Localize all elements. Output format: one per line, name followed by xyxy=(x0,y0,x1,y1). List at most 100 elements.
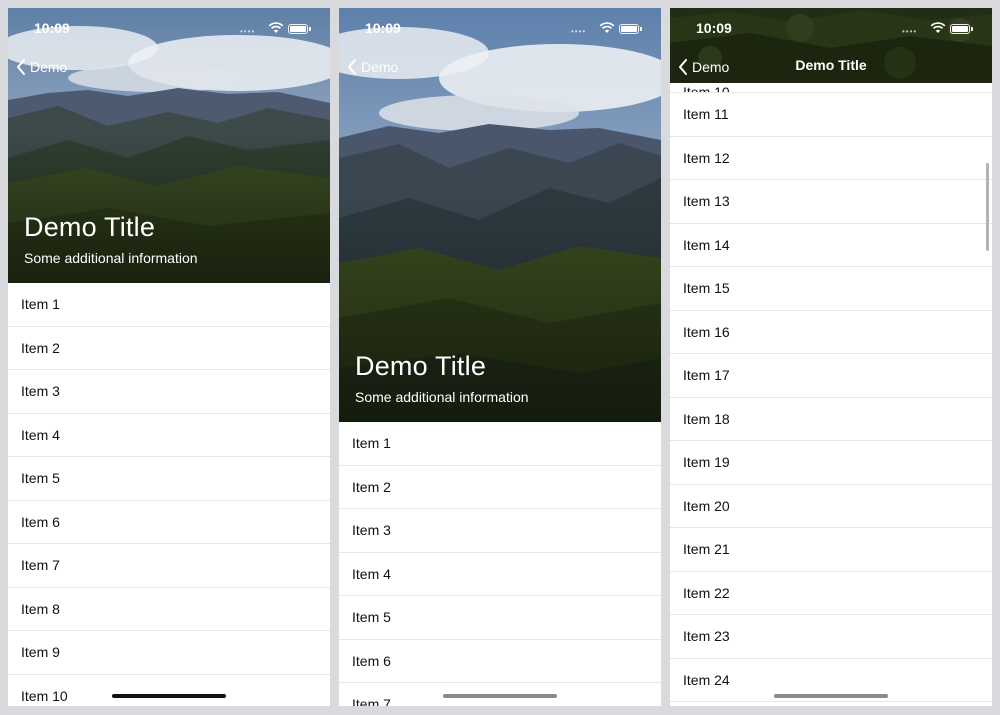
scroll-indicator[interactable] xyxy=(986,163,989,251)
list-item[interactable]: Item 19 xyxy=(670,441,992,485)
chevron-left-icon xyxy=(17,59,25,75)
list-item[interactable]: Item 14 xyxy=(670,224,992,267)
wifi-icon xyxy=(930,22,946,33)
list-item-label: Item 2 xyxy=(21,339,60,356)
list-item-label: Item 22 xyxy=(683,584,730,601)
screen-3: Item 10 Item 11 Item 12 Item 13 Item 14 … xyxy=(670,8,992,706)
item-list: Item 1 Item 2 Item 3 Item 4 Item 5 Item … xyxy=(339,422,661,706)
list-item-label: Item 7 xyxy=(352,696,391,706)
list-item[interactable]: Item 10 xyxy=(670,83,992,93)
list-item[interactable]: Item 16 xyxy=(670,311,992,354)
signal-dots-icon: •••• xyxy=(902,27,918,36)
signal-dots-icon: •••• xyxy=(571,27,587,36)
list-item[interactable]: Item 23 xyxy=(670,615,992,659)
back-button-label: Demo xyxy=(30,59,68,75)
list-item-label: Item 12 xyxy=(683,149,730,166)
list-item[interactable]: Item 1 xyxy=(8,283,330,327)
home-indicator[interactable] xyxy=(774,694,888,698)
list-item[interactable]: Item 6 xyxy=(339,640,661,683)
list-item-label: Item 6 xyxy=(352,652,391,669)
list-item-label: Item 4 xyxy=(352,565,391,582)
item-list: Item 10 Item 11 Item 12 Item 13 Item 14 … xyxy=(670,83,992,702)
signal-dots-icon: •••• xyxy=(240,27,256,36)
home-indicator[interactable] xyxy=(112,694,226,698)
list-item[interactable]: Item 12 xyxy=(670,137,992,180)
list-item[interactable]: Item 9 xyxy=(8,631,330,675)
list-item-label: Item 10 xyxy=(21,687,68,704)
list-item-label: Item 1 xyxy=(21,296,60,313)
list-item-label: Item 21 xyxy=(683,541,730,558)
list-item[interactable]: Item 4 xyxy=(8,414,330,457)
list-item-label: Item 6 xyxy=(21,513,60,530)
list-item[interactable]: Item 1 xyxy=(339,422,661,466)
status-time: 10:09 xyxy=(365,20,401,36)
list-item-label: Item 5 xyxy=(21,470,60,487)
wifi-icon xyxy=(268,22,284,33)
battery-icon xyxy=(288,24,311,34)
status-time: 10:09 xyxy=(34,20,70,36)
back-button[interactable]: Demo xyxy=(16,56,67,78)
list-item-label: Item 1 xyxy=(352,435,391,452)
back-button[interactable]: Demo xyxy=(347,56,398,78)
list-item[interactable]: Item 13 xyxy=(670,180,992,224)
list-item[interactable]: Item 11 xyxy=(670,93,992,137)
list-item[interactable]: Item 21 xyxy=(670,528,992,572)
wifi-icon xyxy=(599,22,615,33)
status-time: 10:09 xyxy=(696,20,732,36)
list-item-label: Item 13 xyxy=(683,193,730,210)
list-item[interactable]: Item 8 xyxy=(8,588,330,631)
home-indicator[interactable] xyxy=(443,694,557,698)
list-item[interactable]: Item 7 xyxy=(8,544,330,588)
header-title: Demo Title xyxy=(24,212,156,242)
list-item[interactable]: Item 3 xyxy=(339,509,661,553)
list-item[interactable]: Item 10 xyxy=(8,675,330,707)
list-item-label: Item 20 xyxy=(683,497,730,514)
battery-icon xyxy=(619,24,642,34)
list-item-label: Item 14 xyxy=(683,236,730,253)
list-item-label: Item 23 xyxy=(683,628,730,645)
list-item-label: Item 3 xyxy=(21,383,60,400)
list-item[interactable]: Item 4 xyxy=(339,553,661,596)
list-item-label: Item 11 xyxy=(683,106,729,123)
screen-1: Demo Title Some additional information 1… xyxy=(8,8,330,706)
list-item[interactable]: Item 18 xyxy=(670,398,992,441)
list-item-label: Item 16 xyxy=(683,323,730,340)
header-title: Demo Title xyxy=(355,351,487,381)
list-item-label: Item 10 xyxy=(683,84,730,93)
list-item[interactable]: Item 3 xyxy=(8,370,330,414)
list-item[interactable]: Item 22 xyxy=(670,572,992,615)
list-item[interactable]: Item 5 xyxy=(339,596,661,640)
list-item-label: Item 18 xyxy=(683,410,730,427)
list-item-label: Item 24 xyxy=(683,671,730,688)
list-item-label: Item 7 xyxy=(21,557,60,574)
nav-title: Demo Title xyxy=(795,57,867,73)
list-item[interactable]: Item 17 xyxy=(670,354,992,398)
list-item-label: Item 2 xyxy=(352,478,391,495)
navigation-bar: Demo Demo Title xyxy=(670,52,992,82)
list-item-label: Item 15 xyxy=(683,280,730,297)
header-subtitle: Some additional information xyxy=(24,250,198,266)
list-item-label: Item 5 xyxy=(352,609,391,626)
list-item[interactable]: Item 20 xyxy=(670,485,992,528)
status-bar: 10:09 •••• xyxy=(8,8,330,48)
list-item-label: Item 19 xyxy=(683,454,730,471)
header-image: Demo Title Some additional information xyxy=(8,8,330,283)
screen-2: Demo Title Some additional information 1… xyxy=(339,8,661,706)
list-item[interactable]: Item 5 xyxy=(8,457,330,501)
list-item-label: Item 3 xyxy=(352,522,391,539)
battery-icon xyxy=(950,24,973,34)
header-gradient xyxy=(339,194,661,422)
navigation-bar: Demo xyxy=(8,52,330,82)
list-item-label: Item 9 xyxy=(21,644,60,661)
list-item-label: Item 4 xyxy=(21,426,60,443)
list-item[interactable]: Item 2 xyxy=(339,466,661,509)
status-bar: 10:09 •••• xyxy=(670,8,992,48)
header-subtitle: Some additional information xyxy=(355,389,529,405)
list-item-label: Item 8 xyxy=(21,600,60,617)
list-item-label: Item 17 xyxy=(683,367,730,384)
list-item[interactable]: Item 15 xyxy=(670,267,992,311)
list-item[interactable]: Item 2 xyxy=(8,327,330,370)
item-list: Item 1 Item 2 Item 3 Item 4 Item 5 Item … xyxy=(8,283,330,706)
list-item[interactable]: Item 6 xyxy=(8,501,330,544)
back-button-label: Demo xyxy=(361,59,399,75)
